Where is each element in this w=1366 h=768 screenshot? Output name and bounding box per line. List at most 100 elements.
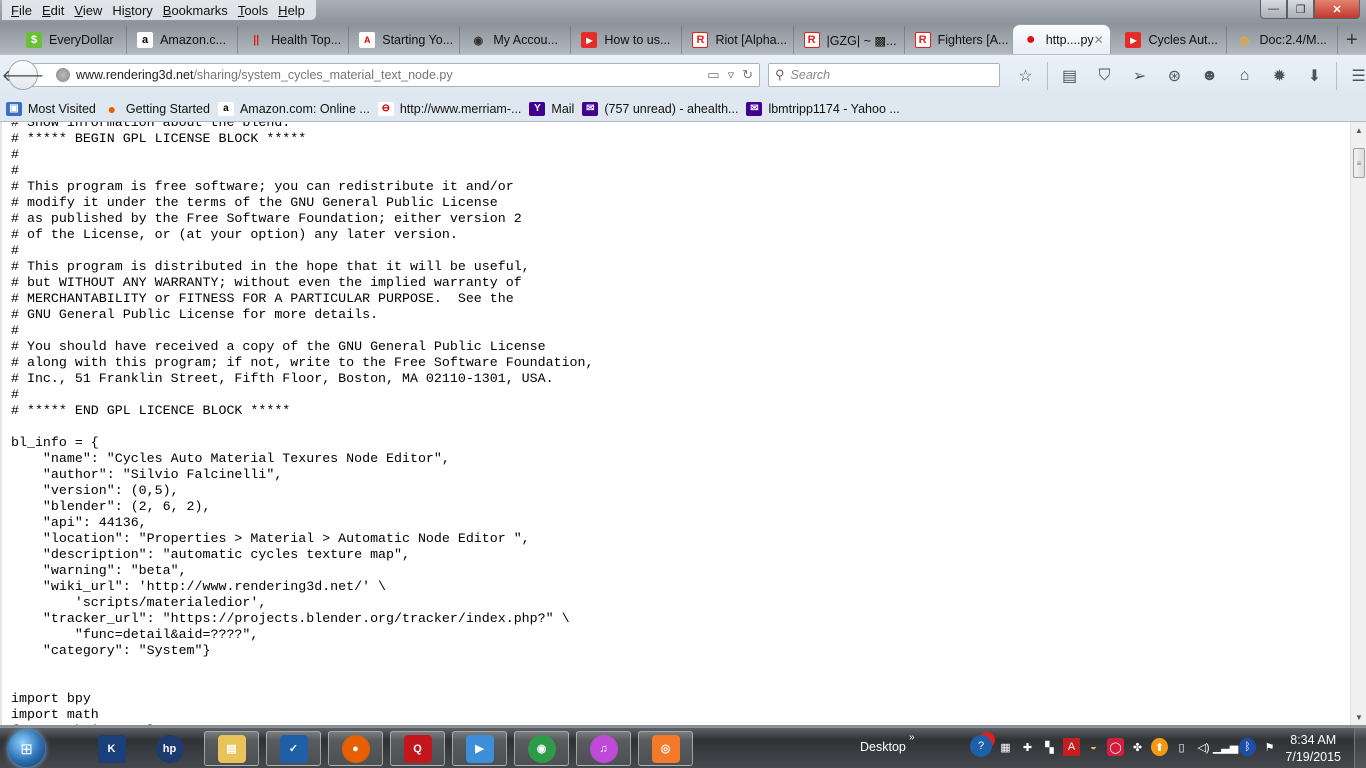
tab[interactable]: R Riot [Alpha... [682, 26, 794, 54]
code-line: # Inc., 51 Franklin Street, Fifth Floor,… [11, 371, 554, 386]
security-icon[interactable]: ◯ [1107, 738, 1124, 756]
show-desktop-button[interactable] [1354, 728, 1366, 768]
url-bar[interactable]: www.rendering3d.net/sharing/system_cycle… [32, 63, 760, 87]
taskbar-app[interactable]: K [84, 731, 139, 766]
update-icon[interactable]: ⬆ [1151, 738, 1168, 756]
checkmark-app-icon: ✓ [279, 734, 308, 763]
scroll-up-icon[interactable]: ▲ [1351, 122, 1366, 138]
addon-icon[interactable]: ⊛ [1157, 64, 1192, 88]
new-tab-button[interactable]: + [1338, 26, 1366, 54]
dropbox-icon[interactable]: ✤ [1129, 738, 1146, 756]
taskbar-app[interactable]: Q [390, 731, 445, 766]
settings-icon[interactable]: ✹ [1262, 64, 1297, 88]
chat-icon[interactable]: ☻ [1192, 64, 1227, 88]
restore-button[interactable]: ❐ [1287, 0, 1314, 19]
help-alert-icon[interactable]: ? [970, 735, 992, 757]
code-line: # This program is free software; you can… [11, 179, 514, 194]
minimize-button[interactable]: — [1260, 0, 1287, 19]
menu-view[interactable]: View [69, 3, 107, 18]
scroll-down-icon[interactable]: ▼ [1351, 709, 1366, 725]
pocket-icon[interactable]: ⛉ [1087, 64, 1122, 88]
network-monitor-icon[interactable]: ✚ [1019, 738, 1036, 756]
vertical-scrollbar[interactable]: ▲ ≡ ▼ [1350, 122, 1366, 725]
menu-tools[interactable]: Tools [233, 3, 273, 18]
bluetooth-icon[interactable]: ᛒ [1239, 738, 1256, 756]
menu-help[interactable]: Help [273, 3, 310, 18]
volume-icon[interactable]: ◁) [1195, 738, 1212, 756]
reader-view-icon[interactable]: ▭ [707, 67, 719, 83]
bookmark-item[interactable]: ✉ (757 unread) - ahealth... [582, 101, 738, 116]
taskbar-app[interactable]: ♫ [576, 731, 631, 766]
menu-icon[interactable]: ☰ [1341, 64, 1366, 88]
tab-active[interactable]: ● http....py ✕ [1011, 24, 1112, 54]
code-line: "category": "System"} [11, 643, 211, 658]
menu-bookmarks[interactable]: Bookmarks [158, 3, 233, 18]
tab[interactable]: ◉ My Accou... [460, 26, 572, 54]
code-line: import math [11, 707, 99, 722]
taskbar-app[interactable]: ◉ [514, 731, 569, 766]
tab[interactable]: R |GZG| ~ ▩... [794, 26, 905, 54]
taskbar-app[interactable]: ▤ [204, 731, 259, 766]
dropdown-arrow-icon[interactable]: ▿ [728, 67, 735, 83]
tab[interactable]: a Amazon.c... [127, 26, 239, 54]
bookmark-label: Most Visited [28, 101, 96, 116]
desktop-toolbar-label[interactable]: Desktop [860, 740, 906, 754]
bookmark-item[interactable]: ✉ lbmtripp1174 - Yahoo ... [746, 101, 900, 116]
tab[interactable]: $ EveryDollar [16, 26, 128, 54]
start-button[interactable]: ⊞ [8, 730, 45, 767]
tab[interactable]: ▶ Cycles Aut... [1115, 26, 1227, 54]
code-line: # GNU General Public License for more de… [11, 307, 379, 322]
weather-icon[interactable]: ◒ [1085, 738, 1102, 756]
code-line: # but WITHOUT ANY WARRANTY; without even… [11, 275, 522, 290]
bookmark-item[interactable]: ⊖ http://www.merriam-... [377, 101, 521, 116]
clock[interactable]: 8:34 AM 7/19/2015 [1285, 732, 1341, 766]
bookmark-item[interactable]: ● Getting Started [104, 101, 210, 117]
kindle-icon: K [97, 734, 126, 763]
tab-label: Fighters [A... [937, 33, 1009, 47]
signal-icon[interactable]: ▁▃▅ [1213, 738, 1238, 756]
windows-icon[interactable]: ▦ [997, 738, 1014, 756]
code-line: # [11, 147, 19, 162]
taskbar-app[interactable]: ▶ [452, 731, 507, 766]
tab[interactable]: ▶ How to us... [571, 26, 683, 54]
tab[interactable]: ◎ Doc:2.4/M... [1227, 26, 1338, 54]
bookmark-item[interactable]: ▣ Most Visited [6, 101, 96, 116]
menu-edit[interactable]: Edit [37, 3, 69, 18]
bookmark-star-icon[interactable]: ☆ [1008, 64, 1043, 88]
bookmark-item[interactable]: Y Mail [529, 101, 574, 116]
download-icon[interactable]: ⬇ [1297, 64, 1332, 88]
back-button[interactable]: 🡐 [2, 60, 44, 90]
tab[interactable]: || Health Top... [238, 26, 350, 54]
home-icon[interactable]: ⌂ [1227, 64, 1262, 88]
menu-history[interactable]: History [107, 3, 157, 18]
url-text[interactable]: www.rendering3d.net/sharing/system_cycle… [76, 68, 453, 82]
bookmark-item[interactable]: a Amazon.com: Online ... [217, 101, 370, 116]
roblox-icon: R [692, 32, 709, 48]
taskbar-app[interactable]: ● [328, 731, 383, 766]
reading-list-icon[interactable]: ▤ [1052, 64, 1087, 88]
blender-icon: ◎ [651, 734, 680, 763]
code-line: # [11, 163, 19, 178]
scroll-thumb[interactable]: ≡ [1353, 148, 1365, 178]
reload-icon[interactable]: ↻ [742, 67, 753, 83]
taskbar-app[interactable]: hp [142, 731, 197, 766]
tab-label: My Accou... [493, 33, 558, 47]
tab[interactable]: A Starting Yo... [349, 26, 461, 54]
toolbar-icons: ☆ ▤ ⛉ ➢ ⊛ ☻ ⌂ ✹ ⬇ ☰ [1008, 62, 1366, 90]
code-line: "version": (0,5), [11, 483, 179, 498]
app-tray-icon[interactable]: ▚ [1041, 738, 1058, 756]
tab-close-icon[interactable]: ✕ [1094, 33, 1104, 47]
power-icon[interactable]: ▯ [1173, 738, 1190, 756]
action-center-icon[interactable]: ⚑ [1261, 738, 1278, 756]
adobe-icon[interactable]: A [1063, 738, 1080, 756]
menu-file[interactable]: File [6, 3, 37, 18]
search-input[interactable]: ⚲ Search [768, 63, 1000, 87]
tab[interactable]: R Fighters [A... [905, 26, 1016, 54]
close-window-button[interactable]: ✕ [1314, 0, 1360, 19]
taskbar-app[interactable]: ◎ [638, 731, 693, 766]
code-line: # [11, 387, 19, 402]
file-explorer-icon: ▤ [217, 734, 246, 763]
overflow-chevron-icon[interactable]: » [909, 732, 915, 743]
send-icon[interactable]: ➢ [1122, 64, 1157, 88]
taskbar-app[interactable]: ✓ [266, 731, 321, 766]
